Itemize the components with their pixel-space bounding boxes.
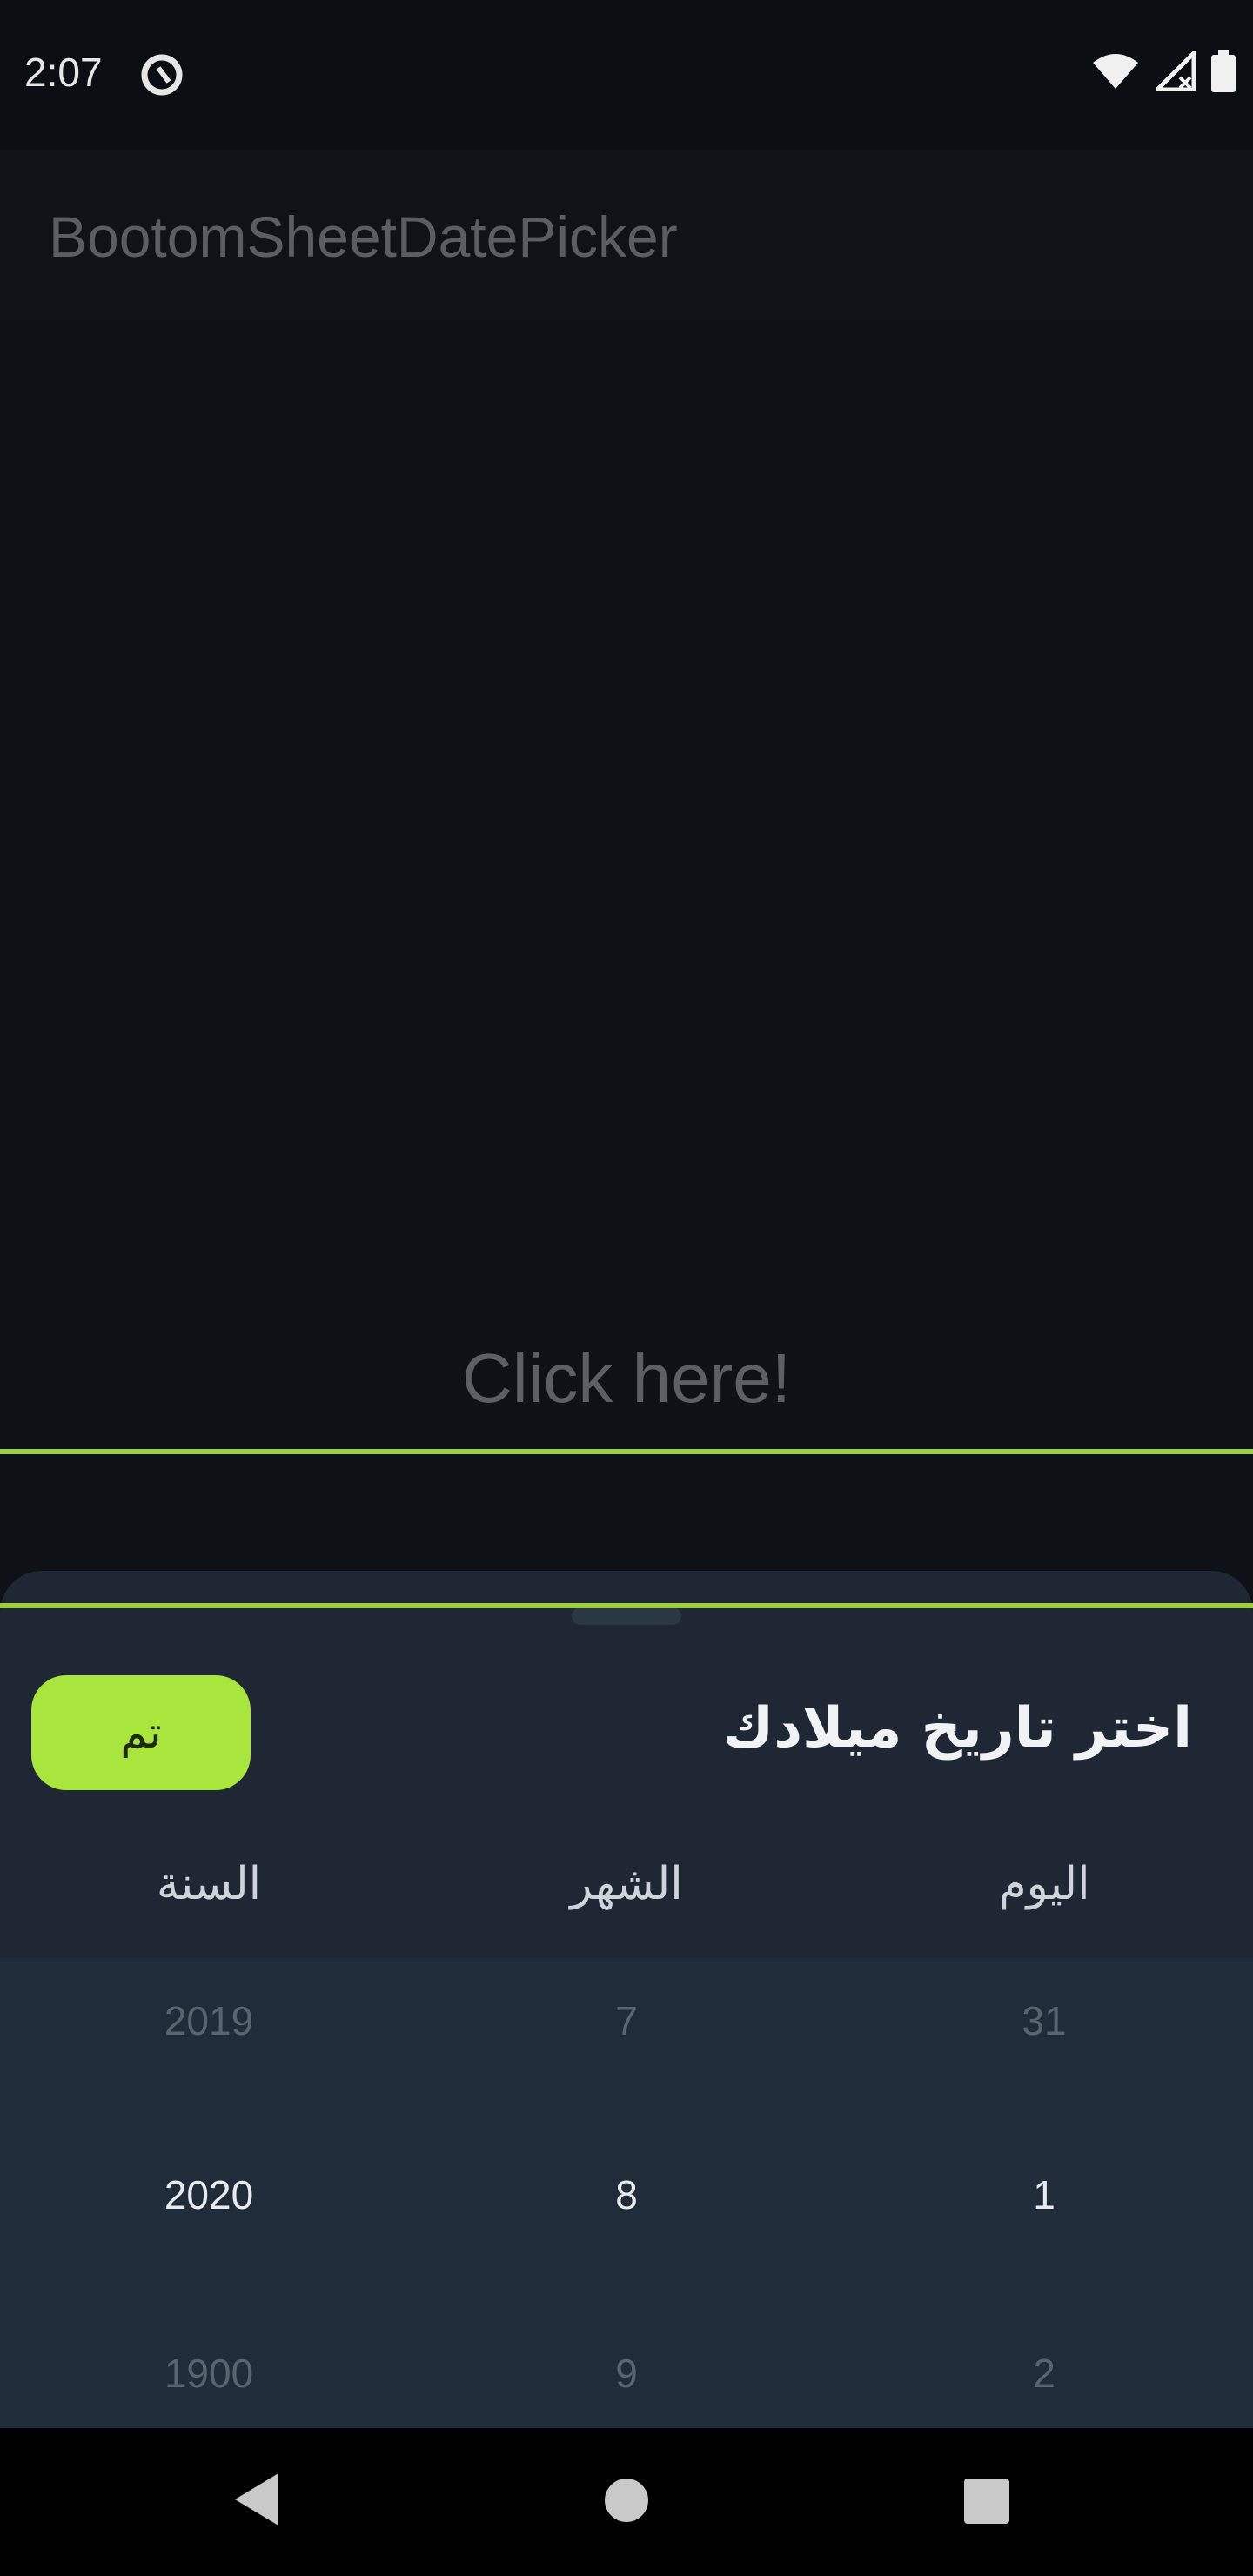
- home-icon[interactable]: [605, 2479, 648, 2522]
- recents-icon[interactable]: [964, 2479, 1009, 2524]
- picker-row-next[interactable]: 1900 9 2: [0, 2350, 1253, 2437]
- day-option[interactable]: 2: [870, 2350, 1218, 2397]
- selected-month[interactable]: 8: [452, 2171, 801, 2218]
- status-time: 2:07: [24, 50, 103, 95]
- status-icons: [1091, 50, 1236, 92]
- selection-line-bottom: [0, 1603, 1253, 1608]
- year-option[interactable]: 1900: [35, 2350, 383, 2397]
- app-title: BootomSheetDatePicker: [49, 205, 678, 269]
- signal-icon: [1156, 51, 1196, 91]
- year-column-header: السنة: [156, 1858, 262, 1910]
- month-column-header: الشهر: [570, 1858, 683, 1910]
- back-icon[interactable]: [235, 2473, 278, 2526]
- year-option[interactable]: 2019: [35, 1997, 383, 2044]
- vpn-ring-icon: [141, 54, 183, 96]
- selected-year[interactable]: 2020: [35, 2171, 383, 2218]
- battery-icon: [1211, 50, 1236, 92]
- drag-handle[interactable]: [572, 1607, 681, 1625]
- sheet-title: اختر تاريخ ميلادك: [722, 1696, 1192, 1761]
- selected-day[interactable]: 1: [870, 2171, 1218, 2218]
- day-column-header: اليوم: [998, 1858, 1090, 1910]
- done-button[interactable]: تم: [31, 1675, 251, 1790]
- app-bar: BootomSheetDatePicker: [0, 150, 1253, 320]
- day-option[interactable]: 31: [870, 1997, 1218, 2044]
- status-bar: 2:07: [0, 0, 1253, 150]
- picker-row-previous[interactable]: 2019 7 31: [0, 1997, 1253, 2084]
- column-headers: السنة الشهر اليوم: [0, 1858, 1253, 1928]
- selection-line-top: [0, 1449, 1253, 1454]
- picker-row-selected[interactable]: 2020 8 1: [0, 2171, 1253, 2258]
- date-wheel-picker[interactable]: 2019 7 31 2020 8 1 1900 9 2: [0, 1958, 1253, 2441]
- navigation-bar: [0, 2428, 1253, 2576]
- main-content: Click here!: [0, 320, 1253, 1573]
- bottom-sheet: تم اختر تاريخ ميلادك السنة الشهر اليوم 2…: [0, 1571, 1253, 2441]
- click-here-text[interactable]: Click here!: [0, 1338, 1253, 1419]
- wifi-icon: [1093, 54, 1138, 89]
- month-option[interactable]: 7: [452, 1997, 801, 2044]
- month-option[interactable]: 9: [452, 2350, 801, 2397]
